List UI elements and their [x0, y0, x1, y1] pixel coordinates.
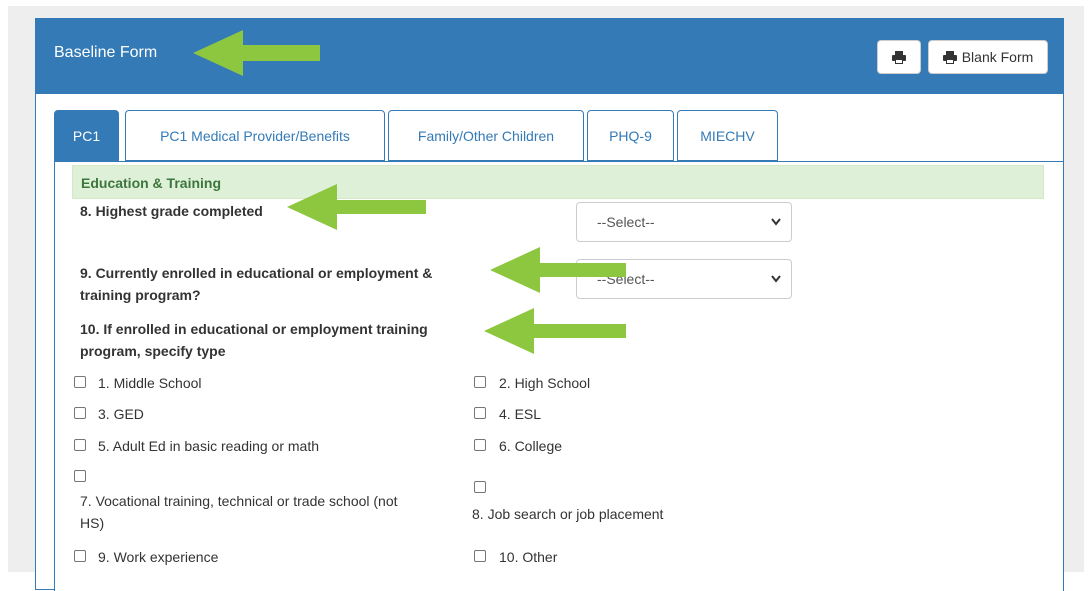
option-label-job-search: 8. Job search or job placement	[472, 506, 664, 522]
print-icon	[942, 50, 957, 64]
print-icon	[892, 50, 906, 64]
highest-grade-select[interactable]: --Select--	[576, 202, 792, 242]
option-label-other: 10. Other	[499, 549, 558, 565]
checkbox-esl[interactable]	[474, 407, 486, 419]
option-label-ged: 3. GED	[98, 406, 144, 422]
checkbox-vocational-training[interactable]	[74, 470, 86, 482]
option-label-college: 6. College	[499, 438, 563, 454]
checkbox-college[interactable]	[474, 439, 486, 451]
question-10-label-line2: program, specify type	[80, 343, 226, 359]
blank-form-label: Blank Form	[961, 49, 1034, 65]
tab-pc1-medical-provider-benefits[interactable]: PC1 Medical Provider/Benefits	[125, 110, 385, 161]
annotation-arrow-icon	[287, 184, 426, 230]
question-10-label-line1: 10. If enrolled in educational or employ…	[80, 321, 428, 337]
option-label-work-experience: 9. Work experience	[98, 549, 219, 565]
option-label-high-school: 2. High School	[499, 375, 591, 391]
checkbox-adult-ed[interactable]	[74, 439, 86, 451]
panel-heading: Baseline Form Blank Form	[35, 18, 1064, 94]
option-label-esl: 4. ESL	[499, 406, 542, 422]
tab-phq-9[interactable]: PHQ-9	[587, 110, 674, 161]
annotation-arrow-icon	[193, 30, 320, 76]
print-button[interactable]	[877, 40, 921, 74]
question-8-label: 8. Highest grade completed	[80, 203, 263, 219]
option-label-adult-ed: 5. Adult Ed in basic reading or math	[98, 438, 320, 454]
blank-form-button[interactable]: Blank Form	[928, 40, 1048, 74]
option-label-middle-school: 1. Middle School	[98, 375, 202, 391]
annotation-arrow-icon	[490, 247, 626, 293]
question-9-label: 9. Currently enrolled in educational or …	[80, 262, 432, 306]
annotation-arrow-icon	[484, 308, 626, 354]
question-9-label-line2: training program?	[80, 287, 201, 303]
option-label-vocational-line1: 7. Vocational training, technical or tra…	[80, 493, 398, 509]
tab-family-other-children[interactable]: Family/Other Children	[388, 110, 584, 161]
checkbox-ged[interactable]	[74, 407, 86, 419]
checkbox-other[interactable]	[474, 550, 486, 562]
highest-grade-select-value: --Select--	[597, 214, 655, 230]
option-label-vocational-training: 7. Vocational training, technical or tra…	[80, 490, 398, 534]
panel-title: Baseline Form	[54, 44, 158, 61]
chevron-down-icon	[771, 275, 781, 283]
question-9-label-line1: 9. Currently enrolled in educational or …	[80, 265, 433, 281]
checkbox-middle-school[interactable]	[74, 376, 86, 388]
checkbox-work-experience[interactable]	[74, 550, 86, 562]
option-label-vocational-line2: HS)	[80, 515, 105, 531]
checkbox-job-search[interactable]	[474, 481, 486, 493]
checkbox-high-school[interactable]	[474, 376, 486, 388]
section-header-education-training: Education & Training	[72, 165, 1044, 199]
question-10-label: 10. If enrolled in educational or employ…	[80, 318, 428, 362]
chevron-down-icon	[771, 218, 781, 226]
tab-miechv[interactable]: MIECHV	[677, 110, 778, 161]
tab-pc1[interactable]: PC1	[54, 110, 119, 161]
